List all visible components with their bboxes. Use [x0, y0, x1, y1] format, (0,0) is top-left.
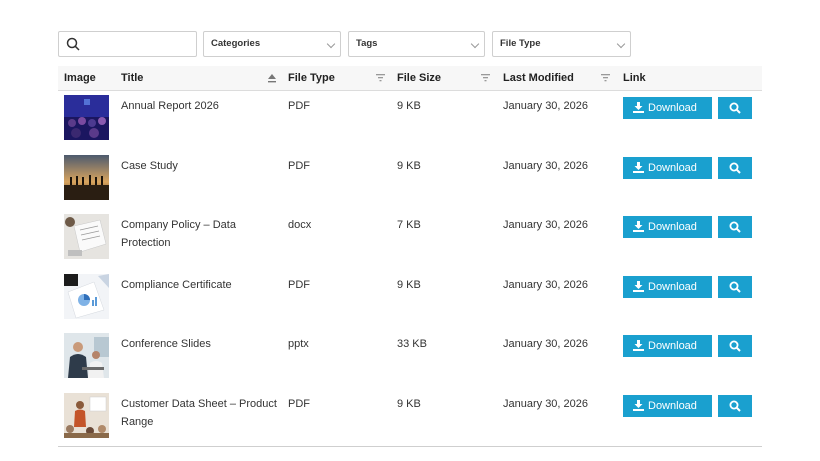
thumbnail-documents: [64, 214, 109, 259]
cell-title[interactable]: Conference Slides: [121, 335, 281, 353]
download-icon: [633, 340, 644, 351]
search-input[interactable]: [85, 35, 193, 53]
search-icon: [729, 221, 741, 233]
cell-last-modified: January 30, 2026: [503, 338, 589, 350]
filetype-select[interactable]: File Type: [492, 31, 631, 57]
header-link: Link: [623, 72, 646, 84]
sort-ascending-icon[interactable]: [268, 74, 276, 83]
thumbnail-presentation: [64, 392, 109, 438]
table-header: Image Title File Type File Size Last Mod…: [58, 66, 762, 91]
download-icon: [633, 161, 644, 173]
cell-last-modified: January 30, 2026: [503, 159, 589, 172]
table-row: Company Policy – Data Protection docx 7 …: [58, 210, 762, 270]
cell-file-size: 9 KB: [397, 159, 421, 172]
download-button-label: Download: [648, 161, 697, 174]
download-icon: [633, 221, 644, 232]
chevron-down-icon: [470, 39, 480, 49]
cell-file-type: docx: [288, 219, 312, 231]
filter-icon[interactable]: [601, 74, 610, 82]
download-button-label: Download: [648, 221, 697, 233]
search-icon: [729, 162, 741, 174]
download-button-label: Download: [648, 399, 697, 412]
download-icon: [633, 280, 644, 292]
download-button-label: Download: [648, 340, 697, 352]
preview-button[interactable]: [718, 97, 752, 119]
table-row: Conference Slides pptx 33 KB January 30,…: [58, 329, 762, 389]
cell-title[interactable]: Compliance Certificate: [121, 276, 281, 294]
search-icon: [729, 281, 741, 293]
preview-button[interactable]: [718, 156, 752, 179]
table-row: Annual Report 2026 PDF 9 KB January 30, …: [58, 91, 762, 151]
search-icon: [66, 37, 80, 51]
cell-last-modified: January 30, 2026: [503, 219, 589, 231]
header-title[interactable]: Title: [121, 66, 143, 91]
cell-file-size: 9 KB: [397, 397, 421, 410]
filter-icon[interactable]: [481, 74, 490, 82]
cell-file-type: PDF: [288, 100, 310, 112]
download-button[interactable]: Download: [623, 394, 712, 417]
preview-button[interactable]: [718, 335, 752, 357]
categories-select-label: Categories: [211, 38, 261, 49]
search-icon: [729, 340, 741, 352]
cell-file-size: 9 KB: [397, 278, 421, 291]
download-button[interactable]: Download: [623, 156, 712, 179]
table-row: Customer Data Sheet – Product Range PDF …: [58, 389, 762, 449]
thumbnail-meeting: [64, 333, 109, 378]
cell-file-type: PDF: [288, 159, 310, 172]
thumbnail-audience: [64, 95, 109, 140]
thumbnail-sunset: [64, 154, 109, 200]
cell-title[interactable]: Annual Report 2026: [121, 97, 281, 115]
chevron-down-icon: [326, 39, 336, 49]
filter-icon[interactable]: [376, 74, 385, 82]
documents-table: Image Title File Type File Size Last Mod…: [58, 66, 762, 448]
header-last-modified[interactable]: Last Modified: [503, 66, 574, 91]
download-button[interactable]: Download: [623, 275, 712, 298]
cell-title[interactable]: Company Policy – Data Protection: [121, 216, 281, 252]
cell-file-type: pptx: [288, 338, 309, 350]
cell-title[interactable]: Customer Data Sheet – Product Range: [121, 395, 281, 431]
cell-file-type: PDF: [288, 397, 310, 410]
header-file-type[interactable]: File Type: [288, 66, 335, 91]
table-bottom-divider: [58, 446, 762, 447]
download-button[interactable]: Download: [623, 97, 712, 119]
search-icon: [729, 400, 741, 412]
tags-select[interactable]: Tags: [348, 31, 485, 57]
search-icon: [729, 102, 741, 114]
download-button[interactable]: Download: [623, 335, 712, 357]
cell-last-modified: January 30, 2026: [503, 100, 589, 112]
download-button-label: Download: [648, 280, 697, 293]
table-row: Compliance Certificate PDF 9 KB January …: [58, 270, 762, 330]
preview-button[interactable]: [718, 216, 752, 238]
table-row: Case Study PDF 9 KB January 30, 2026 Dow…: [58, 151, 762, 211]
cell-last-modified: January 30, 2026: [503, 278, 589, 291]
filetype-select-label: File Type: [500, 38, 541, 49]
thumbnail-charts: [64, 273, 109, 319]
table-body: Annual Report 2026 PDF 9 KB January 30, …: [58, 91, 762, 448]
download-icon: [633, 102, 644, 113]
cell-title[interactable]: Case Study: [121, 157, 281, 175]
cell-file-type: PDF: [288, 278, 310, 291]
cell-file-size: 9 KB: [397, 100, 421, 112]
cell-file-size: 33 KB: [397, 338, 427, 350]
cell-last-modified: January 30, 2026: [503, 397, 589, 410]
chevron-down-icon: [616, 39, 626, 49]
download-button-label: Download: [648, 102, 697, 114]
download-button[interactable]: Download: [623, 216, 712, 238]
preview-button[interactable]: [718, 275, 752, 298]
cell-file-size: 7 KB: [397, 219, 421, 231]
preview-button[interactable]: [718, 394, 752, 417]
search-box[interactable]: [58, 31, 197, 57]
categories-select[interactable]: Categories: [203, 31, 341, 57]
download-icon: [633, 399, 644, 411]
header-image: Image: [64, 72, 96, 84]
header-file-size[interactable]: File Size: [397, 66, 441, 91]
tags-select-label: Tags: [356, 38, 378, 49]
